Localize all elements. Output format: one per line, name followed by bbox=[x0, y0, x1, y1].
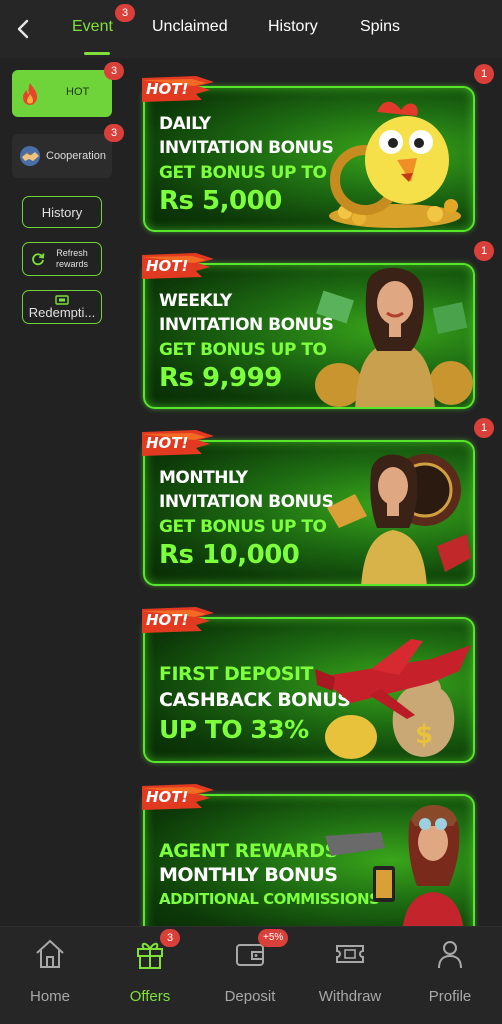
ticket-icon bbox=[336, 945, 364, 963]
airplane-moneybag-illustration: $ bbox=[315, 639, 471, 759]
banner-line1: FIRST DEPOSIT bbox=[159, 663, 313, 685]
banner-line2: MONTHLY BONUS bbox=[159, 864, 338, 886]
banner-line2: INVITATION BONUS bbox=[159, 315, 334, 335]
tab-spins[interactable]: Spins bbox=[360, 18, 400, 42]
top-bar: Event 3 Unclaimed History Spins bbox=[0, 0, 502, 58]
tab-history[interactable]: History bbox=[268, 18, 318, 42]
flame-icon bbox=[23, 83, 37, 105]
nav-withdraw[interactable]: Withdraw bbox=[300, 937, 400, 1007]
banner-card: FIRST DEPOSIT CASHBACK BONUS UP TO 33% $ bbox=[143, 617, 475, 763]
nav-withdraw-label: Withdraw bbox=[318, 988, 382, 1005]
banner-notification-badge: 1 bbox=[474, 241, 494, 261]
redemption-label: Redempti... bbox=[28, 304, 96, 320]
handshake-icon bbox=[20, 146, 40, 166]
banner-line3: UP TO 33% bbox=[159, 715, 309, 744]
nav-profile[interactable]: Profile bbox=[400, 937, 500, 1007]
nav-deposit-label: Deposit bbox=[224, 988, 276, 1005]
voucher-icon bbox=[55, 294, 69, 305]
home-icon bbox=[36, 939, 64, 968]
category-hot-label: HOT bbox=[66, 86, 90, 98]
nav-offers-label: Offers bbox=[129, 988, 171, 1005]
category-sidebar: HOT 3 Cooperation 3 History Refresh rewa… bbox=[0, 58, 134, 926]
category-cooperation-label: Cooperation bbox=[46, 150, 106, 162]
nav-deposit[interactable]: Deposit +5% bbox=[200, 929, 300, 1007]
banner-notification-badge: 1 bbox=[474, 418, 494, 438]
refresh-rewards-button[interactable]: Refresh rewards bbox=[22, 242, 102, 276]
category-cooperation-badge: 3 bbox=[104, 124, 124, 142]
banner-line3: GET BONUS UP TO bbox=[159, 163, 327, 183]
hot-tag-text: HOT! bbox=[146, 611, 189, 629]
refresh-icon bbox=[32, 253, 45, 266]
refresh-label-line1: Refresh bbox=[56, 248, 88, 258]
banner-line1: AGENT REWARDS bbox=[159, 840, 338, 862]
tab-active-indicator bbox=[84, 52, 110, 55]
category-cooperation[interactable]: Cooperation bbox=[12, 134, 112, 178]
woman-with-roulette-illustration bbox=[327, 454, 471, 584]
person-icon bbox=[438, 941, 462, 969]
banner-line2: INVITATION BONUS bbox=[159, 138, 334, 158]
category-hot[interactable]: HOT bbox=[12, 70, 112, 117]
chevron-left-icon bbox=[17, 19, 29, 39]
banner-line1: DAILY bbox=[159, 114, 211, 134]
tab-event-badge: 3 bbox=[115, 4, 135, 22]
banner-line3: GET BONUS UP TO bbox=[159, 340, 327, 360]
banner-daily-invitation[interactable]: DAILY INVITATION BONUS GET BONUS UP TO R… bbox=[138, 64, 494, 232]
tab-event[interactable]: Event bbox=[72, 18, 113, 42]
bottom-navigation: Home Offers 3 Deposit +5% Withdraw Profi… bbox=[0, 926, 502, 1024]
hot-tag-text: HOT! bbox=[146, 80, 189, 98]
banner-line1: WEEKLY bbox=[159, 291, 232, 311]
nav-offers[interactable]: Offers 3 bbox=[100, 929, 200, 1007]
refresh-label-line2: rewards bbox=[55, 259, 88, 269]
banner-monthly-invitation[interactable]: MONTHLY INVITATION BONUS GET BONUS UP TO… bbox=[138, 418, 494, 586]
banner-line2: INVITATION BONUS bbox=[159, 492, 334, 512]
nav-offers-badge: 3 bbox=[160, 929, 180, 947]
banner-card: WEEKLY INVITATION BONUS GET BONUS UP TO … bbox=[143, 263, 475, 409]
history-button[interactable]: History bbox=[22, 196, 102, 228]
banner-amount: Rs 5,000 bbox=[159, 186, 282, 216]
app-root: Event 3 Unclaimed History Spins HOT 3 Co… bbox=[0, 0, 502, 1024]
banner-card: AGENT REWARDS MONTHLY BONUS ADDITIONAL C… bbox=[143, 794, 475, 926]
nav-deposit-badge: +5% bbox=[258, 929, 289, 947]
pilot-woman-illustration bbox=[325, 805, 464, 926]
hot-tag-text: HOT! bbox=[146, 257, 189, 275]
banner-first-deposit[interactable]: FIRST DEPOSIT CASHBACK BONUS UP TO 33% $… bbox=[138, 605, 480, 763]
nav-home-label: Home bbox=[29, 988, 70, 1005]
hot-tag-text: HOT! bbox=[146, 788, 189, 806]
banner-notification-badge: 1 bbox=[474, 64, 494, 84]
banner-agent-rewards[interactable]: AGENT REWARDS MONTHLY BONUS ADDITIONAL C… bbox=[138, 782, 480, 926]
woman-with-cash-illustration bbox=[315, 267, 473, 407]
nav-profile-label: Profile bbox=[428, 988, 472, 1005]
banner-amount: Rs 9,999 bbox=[159, 363, 282, 393]
nav-home[interactable]: Home bbox=[0, 937, 100, 1007]
back-button[interactable] bbox=[10, 16, 36, 42]
hot-tag-text: HOT! bbox=[146, 434, 189, 452]
banner-line1: MONTHLY bbox=[159, 468, 248, 488]
banner-weekly-invitation[interactable]: WEEKLY INVITATION BONUS GET BONUS UP TO … bbox=[138, 241, 494, 409]
tab-unclaimed[interactable]: Unclaimed bbox=[152, 18, 228, 42]
redemption-button[interactable]: Redempti... bbox=[22, 290, 102, 324]
svg-text:$: $ bbox=[415, 720, 433, 750]
banner-card: MONTHLY INVITATION BONUS GET BONUS UP TO… bbox=[143, 440, 475, 586]
banner-amount: Rs 10,000 bbox=[159, 540, 300, 570]
category-hot-badge: 3 bbox=[104, 62, 124, 80]
chicken-mascot-illustration bbox=[329, 101, 461, 228]
banner-line3: GET BONUS UP TO bbox=[159, 517, 327, 537]
banner-card: DAILY INVITATION BONUS GET BONUS UP TO R… bbox=[143, 86, 475, 232]
